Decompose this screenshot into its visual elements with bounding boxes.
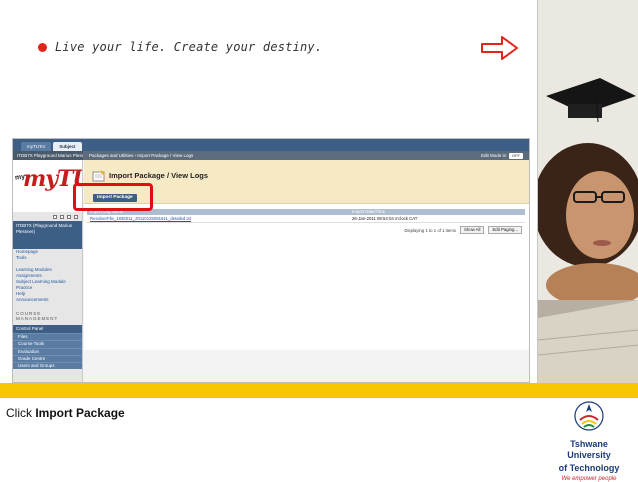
logo-tagline: We empower people	[561, 476, 617, 482]
tut-crest-icon	[574, 401, 604, 431]
menu-tools	[13, 212, 82, 221]
edit-mode-label: Edit Mode is:	[480, 153, 507, 158]
caption-bold: Import Package	[35, 406, 125, 420]
show-all-button[interactable]: Show All	[459, 226, 485, 234]
cp-item-evaluation[interactable]: Evaluation	[13, 347, 82, 355]
cp-item-grade-centre[interactable]: Grade Centre	[13, 354, 82, 363]
cp-item-files[interactable]: Files	[13, 333, 82, 341]
package-icon	[92, 170, 105, 182]
right-arrow-icon	[481, 36, 518, 60]
lms-nav-bar: ITDB7X Playground Marius Plessner Packag…	[13, 151, 529, 160]
control-panel-header[interactable]: Control Panel	[13, 325, 82, 333]
course-nav-title: ITDB7X Playground Marius Plessner	[13, 151, 83, 160]
course-title-box[interactable]: ITDB7X (Playground Marius Plessner)	[13, 221, 82, 249]
lms-tab-bar: myTUTor Subject	[13, 139, 529, 151]
edit-mode-toggle[interactable]: OFF	[509, 152, 523, 159]
tab-subject[interactable]: Subject	[53, 142, 82, 151]
folder-view-icon[interactable]	[67, 214, 71, 219]
page-title: Import Package / View Logs	[109, 171, 209, 180]
tut-logo: Tshwane University of Technology We empo…	[548, 400, 630, 482]
course-management-label: COURSE MANAGEMENT	[16, 311, 59, 321]
instruction-caption: Click Import Package	[6, 406, 125, 420]
add-menu-icon[interactable]	[53, 214, 57, 219]
footer-bar	[0, 383, 638, 398]
mytutor-logo: my myTUTor	[13, 160, 82, 212]
slide: Live your life. Create your destiny. myT…	[0, 0, 638, 482]
import-package-highlight	[73, 183, 153, 211]
tab-mytutor[interactable]: myTUTor	[21, 142, 52, 151]
logo-title-line2: of Technology	[558, 463, 620, 473]
lms-screenshot: myTUTor Subject ITDB7X Playground Marius…	[12, 138, 530, 383]
student-photo	[538, 0, 638, 383]
logo-title-line1: Tshwane University	[567, 439, 611, 460]
caption-prefix: Click	[6, 406, 36, 420]
paging-text: Displaying 1 to 1 of 1 items	[404, 227, 456, 233]
refresh-menu-icon[interactable]	[60, 214, 64, 219]
bullet-dot-icon	[38, 42, 47, 52]
breadcrumb: Packages and Utilities › Import Package …	[89, 153, 194, 158]
content-footer-space	[84, 350, 529, 382]
import-log-table: Import Log Name Import Date/Time Resolve…	[87, 209, 525, 234]
log-file-link[interactable]: ResolverFile_1836011_20110126091611_deta…	[87, 215, 349, 222]
table-row: ResolverFile_1836011_20110126091611_deta…	[87, 215, 525, 223]
cp-item-users-groups[interactable]: Users and Groups	[13, 362, 82, 370]
edit-paging-button[interactable]: Edit Paging...	[488, 226, 522, 234]
log-date: 26-Jan-2011 08:54:04 o'clock CAT	[352, 216, 418, 221]
tagline: Live your life. Create your destiny.	[38, 40, 322, 54]
list-view-icon[interactable]	[74, 214, 78, 219]
paging-bar: Displaying 1 to 1 of 1 items Show All Ed…	[87, 226, 525, 234]
cp-item-course-tools[interactable]: Course Tools	[13, 340, 82, 348]
edit-mode: Edit Mode is: OFF	[480, 152, 529, 159]
tagline-text: Live your life. Create your destiny.	[55, 40, 323, 54]
